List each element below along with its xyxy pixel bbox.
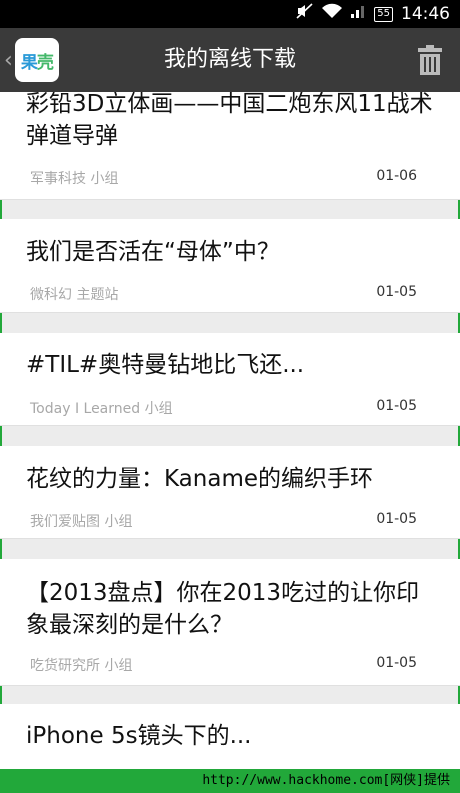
item-title: 我们是否活在“母体”中？ — [26, 239, 280, 265]
logo-char-2: 壳 — [36, 52, 54, 73]
download-list[interactable]: 彩铅3D立体画——中国二炮东风11战术弹道导弹 军事科技 小组 01-06 我们… — [0, 92, 460, 769]
back-button[interactable]: ‹ 果壳 — [0, 28, 68, 92]
item-source: 我们爱贴图 小组 — [30, 514, 133, 530]
item-source: 军事科技 小组 — [30, 171, 119, 187]
mute-icon — [296, 0, 314, 28]
delete-button[interactable] — [418, 45, 442, 75]
item-date: 01-05 — [376, 398, 417, 414]
battery-icon: 55 — [374, 6, 393, 22]
item-source: 微科幻 主题站 — [30, 287, 119, 303]
list-item[interactable]: 我们是否活在“母体”中？ 微科幻 主题站 01-05 — [0, 219, 460, 313]
item-title: 彩铅3D立体画——中国二炮东风11战术弹道导弹 — [26, 92, 433, 149]
signal-icon — [350, 0, 366, 28]
list-item[interactable]: 花纹的力量：Kaname的编织手环 我们爱贴图 小组 01-05 — [0, 446, 460, 539]
item-date: 01-05 — [376, 511, 417, 527]
list-item[interactable]: #TIL#奥特曼钻地比飞还... Today I Learned 小组 01-0… — [0, 333, 460, 426]
page-title: 我的离线下载 — [163, 47, 296, 72]
item-date: 01-06 — [376, 168, 417, 184]
list-item[interactable]: iPhone 5s镜头下的... — [0, 704, 460, 769]
app-logo: 果壳 — [14, 38, 59, 82]
chevron-left-icon: ‹ — [4, 47, 13, 73]
list-item[interactable]: 【2013盘点】你在2013吃过的让你印象最深刻的是什么？ 吃货研究所 小组 0… — [0, 559, 460, 686]
item-title: 花纹的力量：Kaname的编织手环 — [26, 466, 373, 492]
item-title: iPhone 5s镜头下的... — [26, 723, 252, 749]
status-bar: 55 14:46 — [0, 0, 460, 28]
clock-time: 14:46 — [401, 4, 450, 24]
trash-icon — [418, 45, 442, 75]
status-icons: 55 14:46 — [296, 0, 450, 28]
item-source: 吃货研究所 小组 — [30, 658, 133, 674]
watermark-footer: http://www.hackhome.com[网侠]提供 — [0, 769, 460, 793]
logo-char-1: 果 — [20, 52, 38, 73]
list-item[interactable]: 彩铅3D立体画——中国二炮东风11战术弹道导弹 军事科技 小组 01-06 — [0, 92, 460, 200]
item-source: Today I Learned 小组 — [30, 401, 173, 417]
item-title: #TIL#奥特曼钻地比飞还... — [26, 352, 305, 378]
wifi-icon — [322, 0, 343, 28]
item-date: 01-05 — [376, 284, 417, 300]
item-title: 【2013盘点】你在2013吃过的让你印象最深刻的是什么？ — [26, 580, 420, 638]
item-date: 01-05 — [376, 655, 417, 671]
app-header: ‹ 果壳 我的离线下载 — [0, 28, 460, 92]
